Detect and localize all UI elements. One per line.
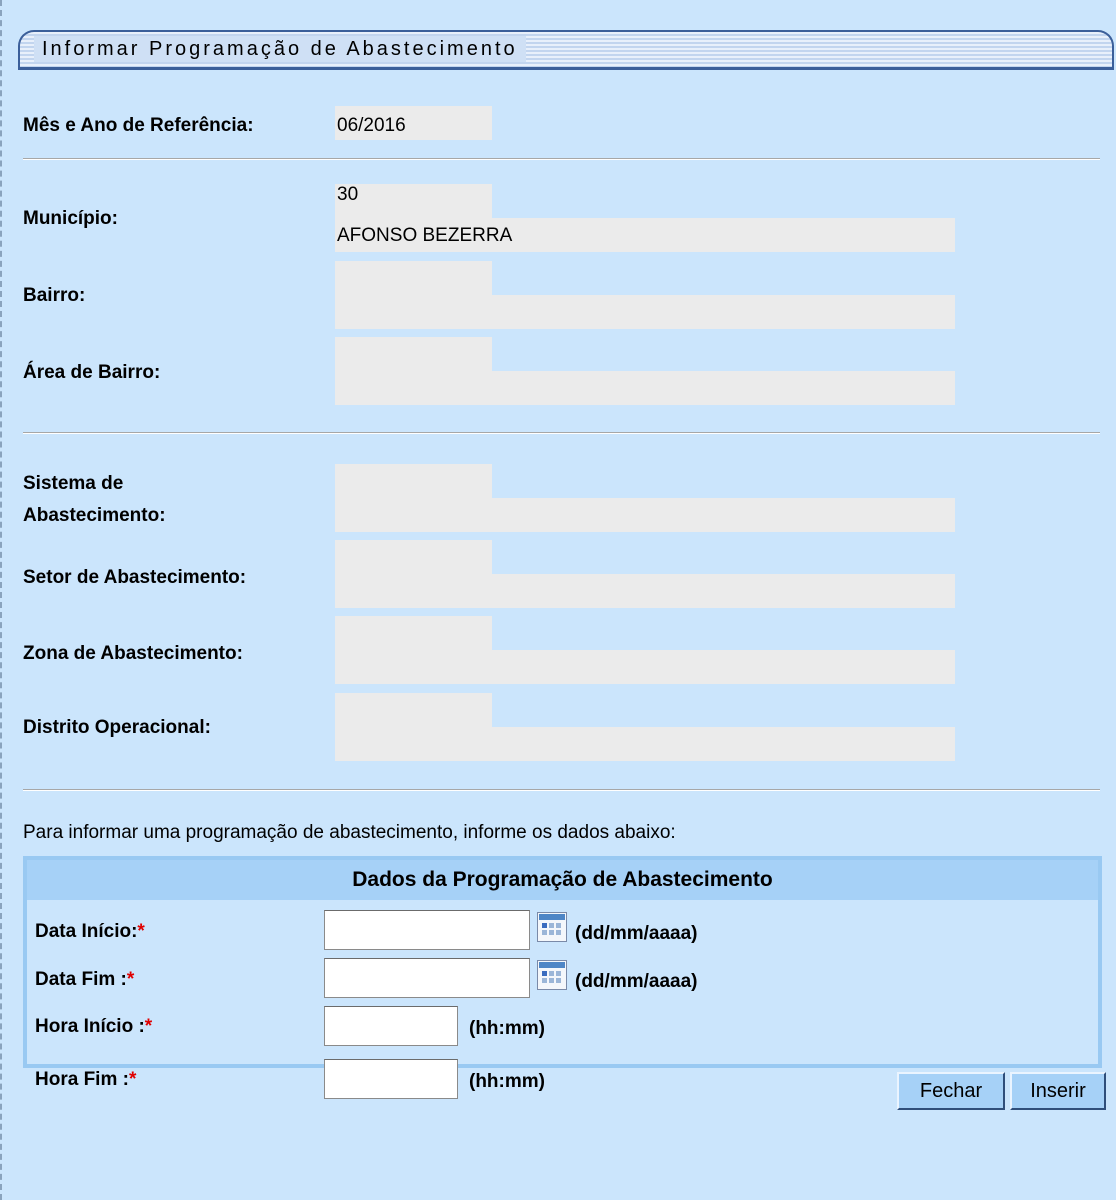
calendar-icon[interactable] <box>537 912 567 942</box>
data-inicio-input[interactable] <box>324 910 530 950</box>
municipio-code: 30 <box>335 184 492 218</box>
zona-name <box>335 650 955 684</box>
required-marker: * <box>137 921 145 942</box>
intro-text: Para informar uma programação de abastec… <box>23 822 676 843</box>
sistema-label-line1: Sistema de <box>23 473 124 494</box>
required-marker: * <box>126 969 135 990</box>
fechar-button[interactable]: Fechar <box>897 1072 1005 1110</box>
hora-inicio-format: (hh:mm) <box>469 1018 545 1039</box>
title-bar: Informar Programação de Abastecimento <box>18 30 1114 70</box>
mes-ano-label: Mês e Ano de Referência: <box>23 115 254 136</box>
zona-code <box>335 616 492 650</box>
bairro-label: Bairro: <box>23 285 86 306</box>
data-inicio-label-text: Data Início: <box>35 921 138 942</box>
area-bairro-label: Área de Bairro: <box>23 362 161 383</box>
hora-inicio-input[interactable] <box>324 1006 458 1046</box>
sistema-code <box>335 464 492 498</box>
hora-fim-format: (hh:mm) <box>469 1071 545 1092</box>
required-marker: * <box>128 1069 137 1090</box>
bairro-code <box>335 261 492 295</box>
hora-fim-input[interactable] <box>324 1059 458 1099</box>
hora-fim-label-text: Hora Fim : <box>35 1069 129 1090</box>
data-fim-label: Data Fim :* <box>35 968 134 992</box>
distrito-label: Distrito Operacional: <box>23 717 211 738</box>
municipio-name: AFONSO BEZERRA <box>335 218 955 252</box>
divider <box>23 789 1100 791</box>
bairro-name <box>335 295 955 329</box>
sistema-name <box>335 498 955 532</box>
hora-inicio-label: Hora Início :* <box>35 1015 152 1039</box>
area-bairro-code <box>335 337 492 371</box>
sistema-label-line2: Abastecimento: <box>23 505 166 526</box>
municipio-label: Município: <box>23 208 118 229</box>
data-fim-format: (dd/mm/aaaa) <box>575 971 698 992</box>
calendar-icon[interactable] <box>537 960 567 990</box>
divider <box>23 432 1100 434</box>
page-border <box>0 0 4 1200</box>
panel-header: Dados da Programação de Abastecimento <box>27 860 1098 900</box>
data-inicio-label: Data Início:* <box>35 920 145 944</box>
divider <box>23 158 1100 160</box>
setor-code <box>335 540 492 574</box>
dados-programacao-panel: Dados da Programação de Abastecimento Da… <box>23 856 1102 1068</box>
inserir-button[interactable]: Inserir <box>1010 1072 1106 1110</box>
area-bairro-name <box>335 371 955 405</box>
distrito-name <box>335 727 955 761</box>
hora-fim-label: Hora Fim :* <box>35 1068 136 1092</box>
page-title: Informar Programação de Abastecimento <box>34 36 526 62</box>
data-fim-label-text: Data Fim : <box>35 969 127 990</box>
setor-label: Setor de Abastecimento: <box>23 567 247 588</box>
distrito-code <box>335 693 492 727</box>
data-fim-input[interactable] <box>324 958 530 998</box>
required-marker: * <box>144 1016 153 1037</box>
mes-ano-value: 06/2016 <box>335 106 492 140</box>
setor-name <box>335 574 955 608</box>
hora-inicio-label-text: Hora Início : <box>35 1016 145 1037</box>
data-inicio-format: (dd/mm/aaaa) <box>575 923 698 944</box>
zona-label: Zona de Abastecimento: <box>23 643 243 664</box>
